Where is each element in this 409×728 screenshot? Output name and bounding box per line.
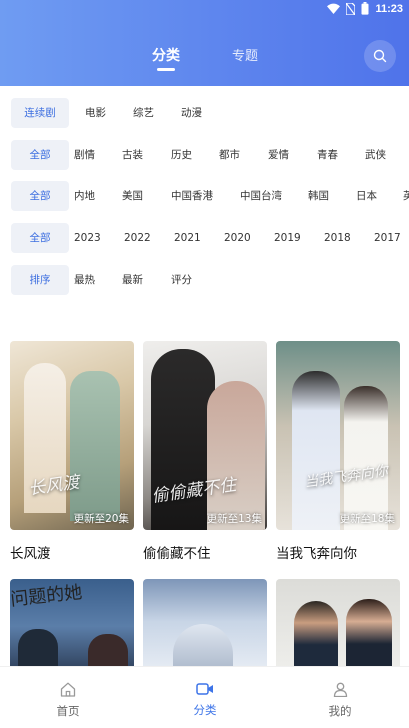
nav-home-label: 首页 [56,704,80,718]
filter-year-2023[interactable]: 2023 [74,223,101,253]
filter-region-taiwan[interactable]: 中国台湾 [240,181,282,211]
filter-year-2020[interactable]: 2020 [224,223,251,253]
poster-art-title: 问题的她 [10,582,84,611]
sort-newest[interactable]: 最新 [122,265,143,295]
filter-year-all[interactable]: 全部 [11,223,69,253]
figure-shape [207,381,265,530]
show-poster: 当我飞奔向你 更新至18集 [276,341,400,530]
filter-region-korea[interactable]: 韩国 [308,181,329,211]
filter-type-movie[interactable]: 电影 [85,98,106,128]
bottom-nav: 首页 分类 我的 [0,666,409,728]
filter-row-year: 全部 2023 2022 2021 2020 2019 2018 2017 [0,223,409,253]
show-card[interactable]: 当我飞奔向你 更新至18集 当我飞奔向你 [276,341,400,562]
filter-genre-youth[interactable]: 青春 [317,140,338,170]
figure-shape [344,386,388,530]
search-button[interactable] [364,40,396,72]
show-poster[interactable] [143,579,267,674]
episode-badge: 更新至13集 [206,513,262,525]
filter-year-2019[interactable]: 2019 [274,223,301,253]
status-bar: 11:23 [0,0,409,18]
filter-genre-history[interactable]: 历史 [171,140,192,170]
filter-region-all[interactable]: 全部 [11,181,69,211]
nav-mine-label: 我的 [328,704,352,718]
search-icon [373,49,387,63]
figure-shape [292,371,340,530]
nav-category[interactable]: 分类 [165,667,245,728]
filter-region-japan[interactable]: 日本 [356,181,377,211]
show-title: 长风渡 [10,546,51,562]
filter-genre-romance[interactable]: 爱情 [268,140,289,170]
filter-row-type: 连续剧 电影 综艺 动漫 [0,98,409,128]
battery-icon [361,2,369,15]
show-card[interactable]: 偷偷藏不住 更新至13集 偷偷藏不住 [143,341,267,562]
show-poster: 长风渡 更新至20集 [10,341,134,530]
no-sim-icon [346,2,356,15]
filter-genre-drama[interactable]: 剧情 [74,140,95,170]
filter-row-genre: 全部 剧情 古装 历史 都市 爱情 青春 武侠 [0,140,409,170]
filter-year-2017[interactable]: 2017 [374,223,401,253]
filter-region-uk[interactable]: 英 [403,181,409,211]
sort-rating[interactable]: 评分 [171,265,192,295]
episode-badge: 更新至18集 [339,513,395,525]
filter-genre-urban[interactable]: 都市 [219,140,240,170]
filter-genre-all[interactable]: 全部 [11,140,69,170]
filter-genre-costume[interactable]: 古装 [122,140,143,170]
nav-home[interactable]: 首页 [28,667,108,728]
user-icon [333,682,347,697]
filter-genre-wuxia[interactable]: 武侠 [365,140,386,170]
show-poster[interactable] [276,579,400,674]
filter-row-region: 全部 内地 美国 中国香港 中国台湾 韩国 日本 英 [0,181,409,211]
show-card[interactable]: 长风渡 更新至20集 长风渡 [10,341,134,562]
filter-type-series[interactable]: 连续剧 [11,98,69,128]
video-icon [196,683,213,695]
episode-badge: 更新至20集 [73,513,129,525]
show-poster[interactable]: 问题的她 [10,579,134,674]
header-bar: 11:23 分类 专题 [0,0,409,86]
filter-region-hongkong[interactable]: 中国香港 [171,181,213,211]
filter-region-usa[interactable]: 美国 [122,181,143,211]
figure-shape [70,371,120,521]
figure-shape [346,599,392,674]
tab-category[interactable]: 分类 [152,45,180,65]
sort-hottest[interactable]: 最热 [74,265,95,295]
status-time: 11:23 [375,2,403,15]
filter-year-2022[interactable]: 2022 [124,223,151,253]
wifi-icon [327,3,341,14]
filter-year-2021[interactable]: 2021 [174,223,201,253]
tab-topics[interactable]: 专题 [232,45,258,64]
filter-row-sort: 排序 最热 最新 评分 [0,265,409,295]
filter-type-anime[interactable]: 动漫 [181,98,202,128]
home-icon [60,682,76,697]
show-poster: 偷偷藏不住 更新至13集 [143,341,267,530]
filter-type-variety[interactable]: 综艺 [133,98,154,128]
active-tab-indicator [157,68,175,71]
nav-mine[interactable]: 我的 [300,667,380,728]
filter-year-2018[interactable]: 2018 [324,223,351,253]
show-title: 当我飞奔向你 [276,546,357,562]
figure-shape [294,601,338,674]
show-title: 偷偷藏不住 [143,546,211,562]
sort-label[interactable]: 排序 [11,265,69,295]
status-icons: 11:23 [327,2,403,15]
filter-region-mainland[interactable]: 内地 [74,181,95,211]
nav-category-label: 分类 [193,703,217,717]
